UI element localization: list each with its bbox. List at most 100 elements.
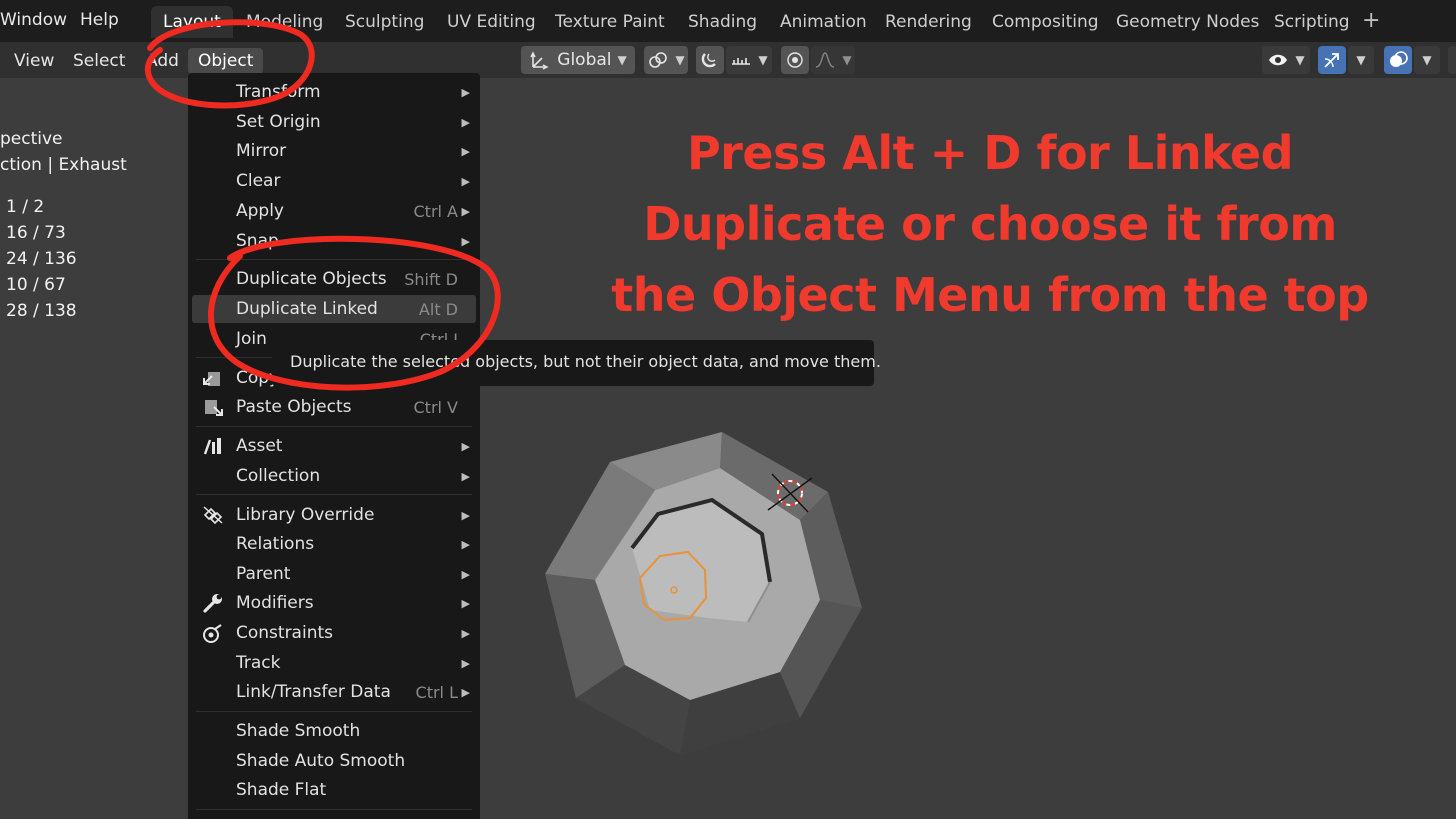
menu-item-relations[interactable]: Relations ▶ bbox=[188, 530, 480, 558]
menu-item-label: Mirror bbox=[236, 141, 287, 161]
menu-item-snap[interactable]: Snap ▶ bbox=[188, 227, 480, 255]
menu-item-label: Modifiers bbox=[236, 593, 314, 613]
menu-item-paste-objects[interactable]: Paste Objects Ctrl V bbox=[188, 393, 480, 421]
menu-item-mirror[interactable]: Mirror ▶ bbox=[188, 137, 480, 165]
tooltip: Duplicate the selected objects, but not … bbox=[272, 340, 881, 386]
viewport-mode-label: pective bbox=[0, 129, 63, 149]
falloff-dropdown[interactable]: ▼ bbox=[811, 46, 855, 74]
menu-item-label: Duplicate Objects bbox=[236, 269, 387, 289]
menu-item-shortcut: Shift D bbox=[404, 270, 458, 289]
proportional-edit-toggle[interactable] bbox=[781, 46, 809, 74]
chevron-down-icon: ▼ bbox=[1422, 53, 1432, 67]
tab-geometry-nodes[interactable]: Geometry Nodes bbox=[1104, 6, 1271, 38]
snap-toggle[interactable] bbox=[696, 46, 724, 74]
menu-item-label: Snap bbox=[236, 231, 279, 251]
magnet-icon bbox=[701, 53, 716, 68]
eye-icon bbox=[1269, 54, 1288, 66]
submenu-arrow-icon: ▶ bbox=[461, 205, 470, 218]
menu-object[interactable]: Object bbox=[188, 48, 264, 74]
asset-icon bbox=[203, 438, 221, 455]
menu-item-modifiers[interactable]: Modifiers ▶ bbox=[188, 589, 480, 617]
gizmo-dropdown[interactable]: ▼ bbox=[1348, 46, 1374, 74]
menu-item-constraints[interactable]: Constraints ▶ bbox=[188, 619, 480, 647]
overlays-dropdown[interactable]: ▼ bbox=[1414, 46, 1440, 74]
annotation-line: Duplicate or choose it from bbox=[643, 197, 1337, 251]
menu-window[interactable]: Window bbox=[0, 10, 67, 30]
visibility-dropdown[interactable]: ▼ bbox=[1262, 46, 1310, 74]
snap-increment-icon bbox=[732, 58, 751, 65]
constraint-icon bbox=[203, 624, 222, 643]
submenu-arrow-icon: ▶ bbox=[461, 86, 470, 99]
submenu-arrow-icon: ▶ bbox=[461, 145, 470, 158]
tab-shading[interactable]: Shading bbox=[676, 6, 769, 38]
3d-cursor-icon[interactable] bbox=[767, 473, 813, 513]
paste-icon bbox=[205, 400, 223, 416]
menu-item-link-transfer-data[interactable]: Link/Transfer Data Ctrl L ▶ bbox=[188, 678, 480, 706]
menu-select[interactable]: Select bbox=[63, 48, 135, 74]
pivot-point-dropdown[interactable]: ▼ bbox=[644, 46, 688, 74]
menu-item-label: Duplicate Linked bbox=[236, 299, 378, 319]
tab-layout[interactable]: Layout bbox=[151, 6, 233, 38]
menu-item-duplicate-objects[interactable]: Duplicate Objects Shift D bbox=[188, 265, 480, 293]
stat-edges: 24 / 136 bbox=[6, 249, 77, 269]
menu-item-label: Join bbox=[236, 329, 267, 349]
menu-item-label: Constraints bbox=[236, 623, 333, 643]
tab-rendering[interactable]: Rendering bbox=[873, 6, 984, 38]
submenu-arrow-icon: ▶ bbox=[461, 175, 470, 188]
orientation-axes-icon bbox=[530, 51, 549, 70]
stat-faces: 10 / 67 bbox=[6, 275, 66, 295]
chevron-down-icon: ▼ bbox=[675, 53, 685, 67]
menu-add[interactable]: Add bbox=[136, 48, 189, 74]
copy-icon bbox=[203, 372, 220, 386]
stat-vertices: 16 / 73 bbox=[6, 223, 66, 243]
tab-compositing[interactable]: Compositing bbox=[980, 6, 1111, 38]
tab-texture-paint[interactable]: Texture Paint bbox=[543, 6, 677, 38]
chevron-down-icon: ▼ bbox=[758, 53, 768, 67]
menu-item-label: Shade Smooth bbox=[236, 721, 361, 741]
overlays-icon bbox=[1390, 51, 1408, 67]
annotation-line: the Object Menu from the top bbox=[611, 268, 1369, 322]
transform-orientation-dropdown[interactable]: Global ▼ bbox=[521, 46, 635, 74]
menu-item-label: Paste Objects bbox=[236, 397, 352, 417]
menu-item-duplicate-linked[interactable]: Duplicate Linked Alt D bbox=[192, 295, 476, 323]
gizmo-toggle[interactable] bbox=[1318, 46, 1346, 74]
submenu-arrow-icon: ▶ bbox=[461, 440, 470, 453]
overlays-toggle[interactable] bbox=[1384, 46, 1412, 74]
annotation-line: Press Alt + D for Linked bbox=[686, 126, 1294, 180]
menu-item-label: Track bbox=[236, 653, 281, 673]
add-workspace-button[interactable]: + bbox=[1362, 8, 1380, 33]
menu-item-transform[interactable]: Transform ▶ bbox=[188, 78, 480, 106]
proportional-edit-icon bbox=[787, 52, 803, 68]
wrench-icon bbox=[203, 594, 222, 613]
tab-scripting[interactable]: Scripting bbox=[1262, 6, 1362, 38]
tab-animation[interactable]: Animation bbox=[768, 6, 879, 38]
submenu-arrow-icon: ▶ bbox=[461, 235, 470, 248]
tab-modeling[interactable]: Modeling bbox=[234, 6, 335, 38]
menu-item-set-origin[interactable]: Set Origin ▶ bbox=[188, 108, 480, 136]
tab-sculpting[interactable]: Sculpting bbox=[333, 6, 436, 38]
xray-toggle[interactable] bbox=[1448, 46, 1456, 74]
snap-target-dropdown[interactable]: ▼ bbox=[726, 46, 772, 74]
menu-item-track[interactable]: Track ▶ bbox=[188, 649, 480, 677]
menu-item-library-override[interactable]: Library Override ▶ bbox=[188, 501, 480, 529]
submenu-arrow-icon: ▶ bbox=[461, 470, 470, 483]
menu-separator bbox=[196, 494, 472, 495]
menu-item-asset[interactable]: Asset ▶ bbox=[188, 432, 480, 460]
menu-separator bbox=[196, 259, 472, 260]
menu-view[interactable]: View bbox=[4, 48, 64, 74]
menu-item-label: Link/Transfer Data bbox=[236, 682, 391, 702]
menu-item-parent[interactable]: Parent ▶ bbox=[188, 560, 480, 588]
library-override-icon bbox=[203, 506, 223, 525]
menu-item-collection[interactable]: Collection ▶ bbox=[188, 462, 480, 490]
menu-item-shade-auto-smooth[interactable]: Shade Auto Smooth bbox=[188, 747, 480, 775]
menu-item-shortcut: Ctrl L bbox=[415, 683, 458, 702]
tab-uv-editing[interactable]: UV Editing bbox=[435, 6, 548, 38]
menu-item-shade-flat[interactable]: Shade Flat bbox=[188, 776, 480, 804]
menu-item-apply[interactable]: Apply Ctrl A ▶ bbox=[188, 197, 480, 225]
menu-item-clear[interactable]: Clear ▶ bbox=[188, 167, 480, 195]
menu-item-shade-smooth[interactable]: Shade Smooth bbox=[188, 717, 480, 745]
object-menu: Transform ▶ Set Origin ▶ Mirror ▶ Clear … bbox=[188, 73, 480, 819]
menu-separator bbox=[196, 809, 472, 810]
submenu-arrow-icon: ▶ bbox=[461, 538, 470, 551]
menu-help[interactable]: Help bbox=[80, 10, 119, 30]
